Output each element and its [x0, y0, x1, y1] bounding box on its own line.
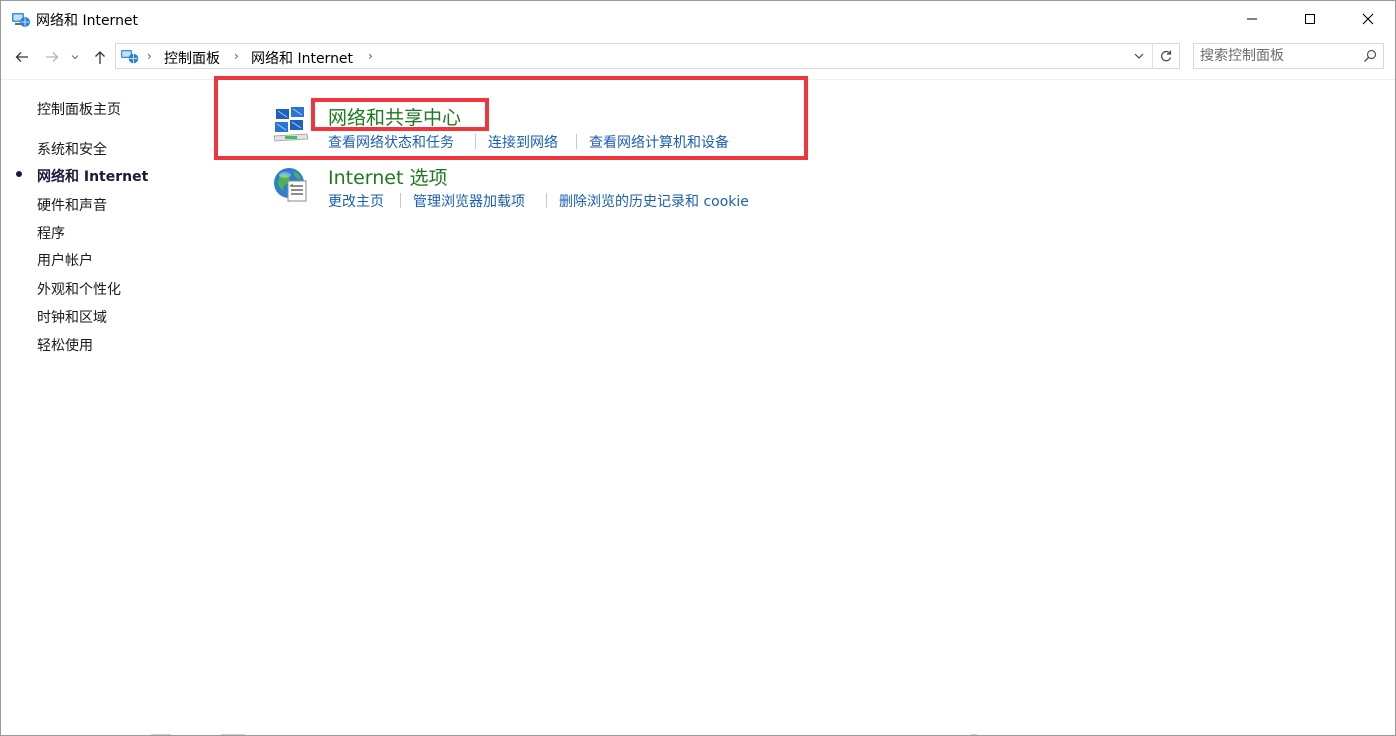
address-bar[interactable]: › 控制面板 › 网络和 Internet ›: [115, 43, 1180, 69]
breadcrumb-separator-icon[interactable]: ›: [234, 49, 239, 63]
minimize-icon: [1247, 18, 1257, 20]
network-globe-icon: [12, 13, 30, 27]
link-separator: [546, 193, 547, 208]
link-delete-browsing-history[interactable]: 删除浏览的历史记录和 cookie: [559, 191, 749, 211]
refresh-button[interactable]: [1157, 47, 1175, 65]
sidebar-item-user-accounts[interactable]: 用户帐户: [37, 250, 93, 270]
current-item-bullet: [16, 171, 22, 177]
sidebar-item-clock-region[interactable]: 时钟和区域: [37, 307, 107, 327]
window-title: 网络和 Internet: [36, 13, 139, 29]
breadcrumb-separator-icon[interactable]: ›: [368, 49, 373, 63]
breadcrumb-control-panel[interactable]: 控制面板: [164, 48, 220, 68]
network-globe-icon: [121, 50, 139, 64]
chevron-down-icon[interactable]: [1131, 48, 1147, 64]
search-icon[interactable]: [1363, 49, 1377, 63]
link-change-homepage[interactable]: 更改主页: [328, 191, 384, 211]
arrow-up-icon: [95, 51, 105, 64]
sidebar-item-hardware-sound[interactable]: 硬件和声音: [37, 195, 107, 215]
minimize-button[interactable]: [1223, 1, 1281, 37]
recent-locations-button[interactable]: [67, 45, 83, 69]
breadcrumb-network-internet[interactable]: 网络和 Internet: [251, 48, 353, 68]
maximize-icon: [1305, 14, 1315, 24]
refresh-icon: [1161, 50, 1172, 62]
title-bar: 网络和 Internet: [1, 1, 1395, 37]
search-input[interactable]: [1200, 46, 1350, 66]
close-icon: [1362, 13, 1374, 25]
sidebar-item-network-internet[interactable]: 网络和 Internet: [37, 166, 148, 186]
bottom-tick: [151, 734, 171, 735]
up-button[interactable]: [89, 45, 111, 69]
close-button[interactable]: [1339, 1, 1396, 37]
maximize-button[interactable]: [1281, 1, 1339, 37]
chevron-down-icon: [71, 55, 79, 60]
breadcrumb-separator-icon[interactable]: ›: [147, 49, 152, 63]
search-box[interactable]: [1193, 43, 1384, 69]
internet-options-icon[interactable]: [271, 164, 311, 204]
forward-button[interactable]: [41, 45, 63, 69]
sidebar-item-system-security[interactable]: 系统和安全: [37, 139, 107, 159]
sidebar-item-ease-of-access[interactable]: 轻松使用: [37, 335, 93, 355]
sidebar-item-programs[interactable]: 程序: [37, 223, 65, 243]
sidebar-item-control-panel-home[interactable]: 控制面板主页: [37, 99, 121, 119]
link-manage-addons[interactable]: 管理浏览器加载项: [413, 191, 525, 211]
bottom-tick: [971, 734, 977, 735]
highlight-box-inner: [311, 98, 489, 131]
sidebar-item-appearance[interactable]: 外观和个性化: [37, 279, 121, 299]
address-divider: [1152, 44, 1153, 68]
highlight-box-outer: [214, 76, 808, 160]
category-title-internet-options[interactable]: Internet 选项: [328, 163, 447, 190]
back-button[interactable]: [11, 45, 33, 69]
control-panel-window: 网络和 Internet › 控制面板 › 网络和 Internet › 搜索控…: [0, 0, 1396, 736]
link-separator: [400, 193, 401, 208]
bottom-tick: [221, 734, 245, 735]
arrow-left-icon: [15, 52, 28, 62]
arrow-right-icon: [46, 52, 59, 62]
